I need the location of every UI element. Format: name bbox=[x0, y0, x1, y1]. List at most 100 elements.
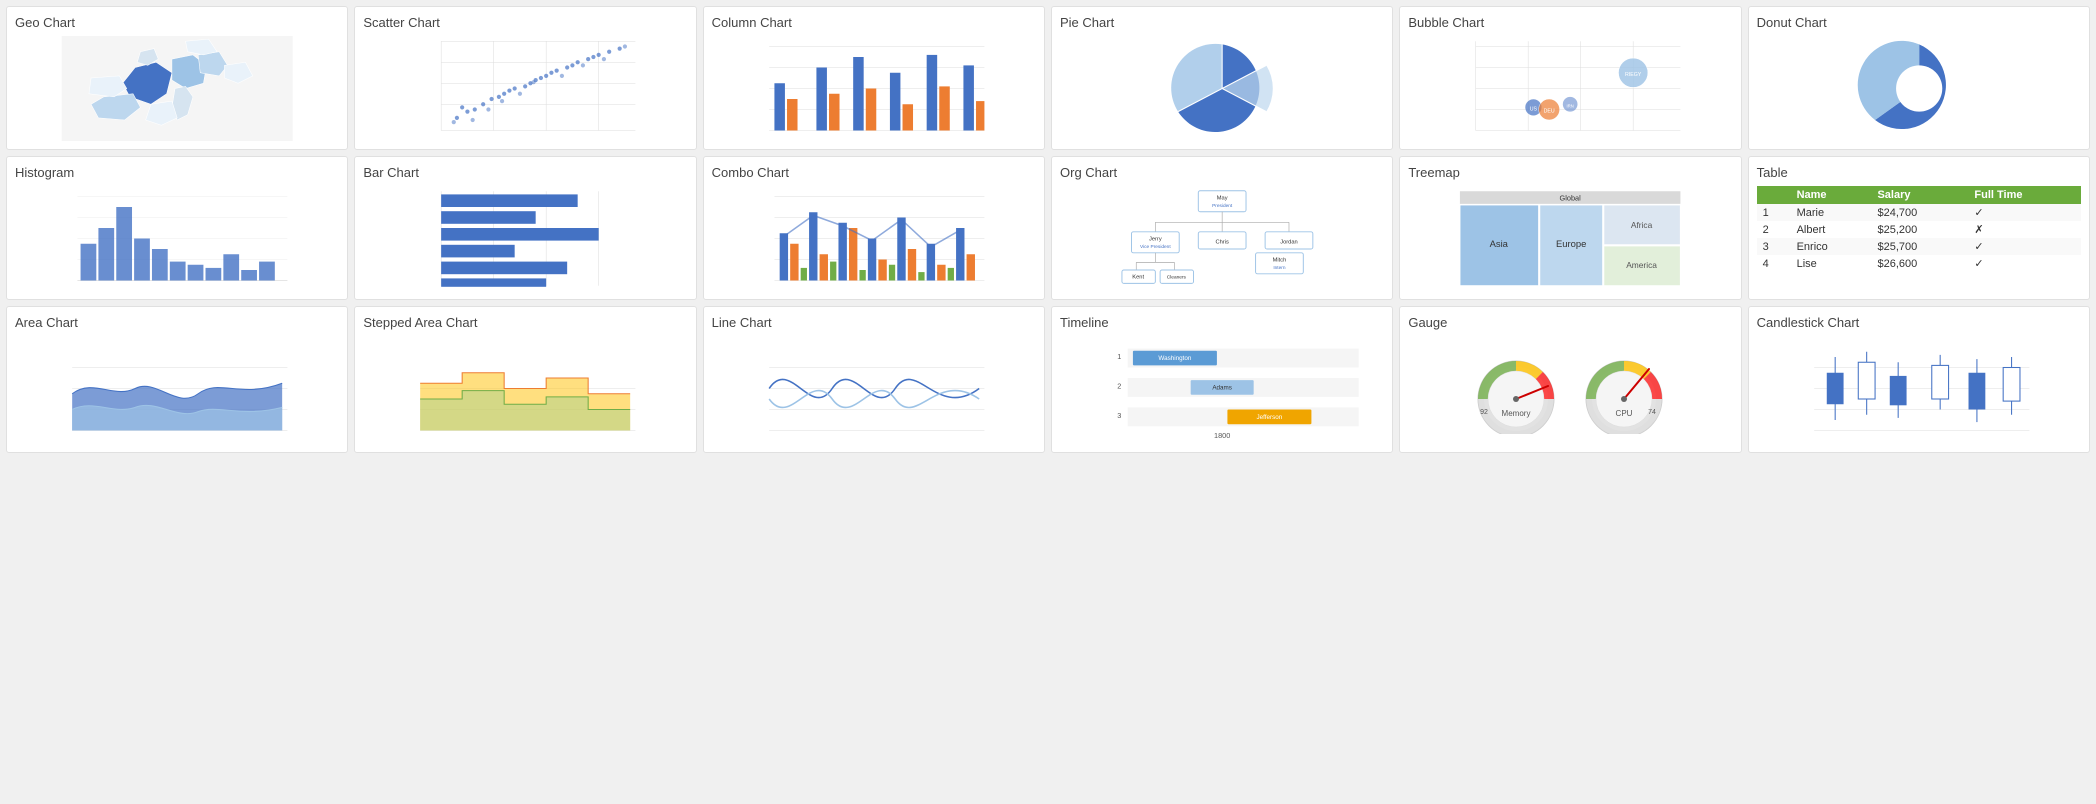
svg-text:1: 1 bbox=[1117, 352, 1121, 361]
column-chart-card: Column Chart bbox=[703, 6, 1045, 150]
bar-chart-area bbox=[363, 186, 687, 291]
svg-text:Europe: Europe bbox=[1556, 239, 1586, 250]
pie-chart-title: Pie Chart bbox=[1060, 15, 1384, 30]
svg-text:Intern: Intern bbox=[1273, 265, 1286, 271]
data-table: Name Salary Full Time 1Marie$24,700✓2Alb… bbox=[1757, 186, 2081, 272]
table-cell: 4 bbox=[1757, 255, 1791, 272]
table-cell: $26,600 bbox=[1871, 255, 1968, 272]
candlestick-area bbox=[1757, 336, 2081, 441]
svg-text:America: America bbox=[1627, 260, 1658, 270]
stepped-area-svg bbox=[363, 336, 687, 441]
org-chart-svg: May President Jerry Vice President Chris… bbox=[1060, 186, 1384, 291]
table-col-fulltime: Full Time bbox=[1968, 186, 2081, 204]
table-cell: ✗ bbox=[1968, 221, 2081, 238]
histogram-area bbox=[15, 186, 339, 291]
svg-text:Vice President: Vice President bbox=[1140, 244, 1171, 250]
bar-chart-card: Bar Chart bbox=[354, 156, 696, 300]
svg-text:Jordan: Jordan bbox=[1280, 239, 1298, 245]
line-chart-area bbox=[712, 336, 1036, 441]
timeline-title: Timeline bbox=[1060, 315, 1384, 330]
svg-text:1800: 1800 bbox=[1214, 431, 1230, 440]
histogram-svg bbox=[15, 186, 339, 291]
svg-text:74: 74 bbox=[1649, 409, 1657, 416]
pie-chart-card: Pie Chart bbox=[1051, 6, 1393, 150]
table-cell: Albert bbox=[1791, 221, 1872, 238]
line-chart-title: Line Chart bbox=[712, 315, 1036, 330]
svg-text:President: President bbox=[1212, 203, 1233, 209]
table-cell: $25,200 bbox=[1871, 221, 1968, 238]
svg-text:Cleaners: Cleaners bbox=[1167, 275, 1187, 281]
svg-text:Adams: Adams bbox=[1212, 385, 1232, 392]
bubble-chart-svg: US DEU IRN RIEGY bbox=[1408, 36, 1732, 141]
svg-text:Washington: Washington bbox=[1158, 355, 1192, 362]
table-col-salary: Salary bbox=[1871, 186, 1968, 204]
table-cell: 2 bbox=[1757, 221, 1791, 238]
timeline-svg: 1 2 3 Washington Adams Jefferson 1800 bbox=[1060, 336, 1384, 441]
svg-text:92: 92 bbox=[1481, 409, 1489, 416]
table-cell: $25,700 bbox=[1871, 238, 1968, 255]
geo-chart-svg bbox=[15, 36, 339, 141]
table-card: Table Name Salary Full Time 1Marie$24,70… bbox=[1748, 156, 2090, 300]
svg-text:2: 2 bbox=[1117, 382, 1121, 391]
org-chart-area: May President Jerry Vice President Chris… bbox=[1060, 186, 1384, 291]
table-title: Table bbox=[1757, 165, 2081, 180]
area-chart-title: Area Chart bbox=[15, 315, 339, 330]
table-cell: Enrico bbox=[1791, 238, 1872, 255]
table-cell: 3 bbox=[1757, 238, 1791, 255]
svg-text:DEU: DEU bbox=[1544, 109, 1555, 115]
chart-grid: Geo Chart bbox=[0, 0, 2096, 459]
bubble-chart-area: US DEU IRN RIEGY bbox=[1408, 36, 1732, 141]
stepped-area-card: Stepped Area Chart bbox=[354, 306, 696, 453]
line-chart-svg bbox=[712, 336, 1036, 441]
stepped-area-area bbox=[363, 336, 687, 441]
combo-chart-card: Combo Chart bbox=[703, 156, 1045, 300]
bar-chart-svg bbox=[363, 186, 687, 291]
svg-text:Africa: Africa bbox=[1631, 220, 1653, 230]
pie-chart-area bbox=[1060, 36, 1384, 141]
svg-text:3: 3 bbox=[1117, 411, 1121, 420]
treemap-title: Treemap bbox=[1408, 165, 1732, 180]
table-cell: 1 bbox=[1757, 204, 1791, 221]
scatter-chart-title: Scatter Chart bbox=[363, 15, 687, 30]
treemap-card: Treemap Global Asia Europe Africa Americ… bbox=[1399, 156, 1741, 300]
gauge-title: Gauge bbox=[1408, 315, 1732, 330]
column-chart-title: Column Chart bbox=[712, 15, 1036, 30]
scatter-chart-card: Scatter Chart bbox=[354, 6, 696, 150]
treemap-area: Global Asia Europe Africa America bbox=[1408, 186, 1732, 291]
candlestick-svg bbox=[1757, 336, 2081, 441]
memory-gauge-svg: Memory 92 bbox=[1466, 344, 1566, 434]
svg-text:CPU: CPU bbox=[1616, 409, 1633, 418]
table-cell: ✓ bbox=[1968, 255, 2081, 272]
svg-text:Memory: Memory bbox=[1502, 409, 1531, 418]
svg-text:Kent: Kent bbox=[1132, 275, 1144, 281]
area-chart-svg bbox=[15, 336, 339, 441]
org-chart-title: Org Chart bbox=[1060, 165, 1384, 180]
column-chart-area bbox=[712, 36, 1036, 141]
donut-chart-area bbox=[1757, 36, 2081, 141]
table-col-name: Name bbox=[1791, 186, 1872, 204]
table-cell: ✓ bbox=[1968, 204, 2081, 221]
org-chart-card: Org Chart May President Jerry Vice Presi… bbox=[1051, 156, 1393, 300]
scatter-chart-area bbox=[363, 36, 687, 141]
candlestick-card: Candlestick Chart bbox=[1748, 306, 2090, 453]
combo-chart-title: Combo Chart bbox=[712, 165, 1036, 180]
table-area: Name Salary Full Time 1Marie$24,700✓2Alb… bbox=[1757, 186, 2081, 272]
donut-chart-svg bbox=[1757, 36, 2081, 141]
line-chart-card: Line Chart bbox=[703, 306, 1045, 453]
geo-chart-card: Geo Chart bbox=[6, 6, 348, 150]
svg-text:Jerry: Jerry bbox=[1149, 236, 1162, 242]
stepped-area-title: Stepped Area Chart bbox=[363, 315, 687, 330]
svg-text:Chris: Chris bbox=[1215, 239, 1228, 245]
histogram-title: Histogram bbox=[15, 165, 339, 180]
donut-chart-card: Donut Chart bbox=[1748, 6, 2090, 150]
table-cell: $24,700 bbox=[1871, 204, 1968, 221]
svg-text:US: US bbox=[1530, 107, 1538, 113]
treemap-svg: Global Asia Europe Africa America bbox=[1408, 186, 1732, 291]
histogram-card: Histogram bbox=[6, 156, 348, 300]
svg-text:Asia: Asia bbox=[1490, 239, 1509, 250]
bubble-chart-card: Bubble Chart US DEU IRN bbox=[1399, 6, 1741, 150]
gauge-card: Gauge Memor bbox=[1399, 306, 1741, 453]
geo-chart-title: Geo Chart bbox=[15, 15, 339, 30]
svg-text:RIEGY: RIEGY bbox=[1625, 72, 1642, 78]
timeline-area: 1 2 3 Washington Adams Jefferson 1800 bbox=[1060, 336, 1384, 444]
